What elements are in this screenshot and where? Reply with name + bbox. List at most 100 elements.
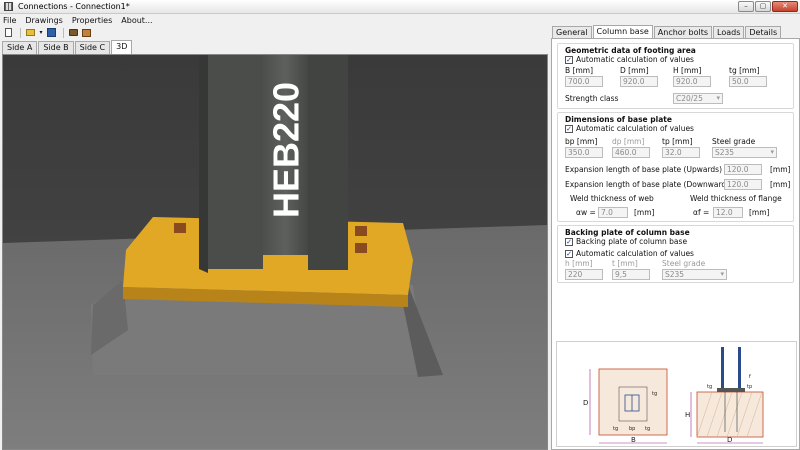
exp-up-unit: [mm] xyxy=(770,165,791,174)
new-file-icon xyxy=(5,28,12,37)
open-folder-icon xyxy=(26,29,35,36)
tab-anchor-bolts[interactable]: Anchor bolts xyxy=(653,26,713,38)
backing-auto-label: Automatic calculation of values xyxy=(576,249,694,258)
label-h-section: H xyxy=(685,411,690,419)
footing-d-label: D [mm] xyxy=(620,66,649,75)
footing-tg-label: tg [mm] xyxy=(729,66,760,75)
tab-side-c[interactable]: Side C xyxy=(74,41,111,54)
backing-enable-checkbox[interactable]: ✓ xyxy=(565,237,573,246)
profile-label: HEB220 xyxy=(266,82,307,218)
footing-tg-field[interactable]: 50.0 xyxy=(729,76,767,87)
label-tp-section: tp xyxy=(747,384,752,390)
weld-web-unit: [mm] xyxy=(634,208,655,217)
backing-grade-label: Steel grade xyxy=(662,259,706,268)
tp-label: tp [mm] xyxy=(662,137,693,146)
label-bp-plan: bp xyxy=(629,426,635,432)
image-export-icon xyxy=(82,28,91,37)
backing-auto-checkbox[interactable]: ✓ xyxy=(565,249,573,258)
footing-b-label: B [mm] xyxy=(565,66,593,75)
footing-auto-row[interactable]: ✓ Automatic calculation of values xyxy=(565,55,694,64)
title-bar: Connections - Connection1* – ▢ ✕ xyxy=(0,0,800,14)
open-dropdown-icon[interactable]: ▾ xyxy=(38,27,44,38)
tab-side-a[interactable]: Side A xyxy=(2,41,38,54)
screenshot-button[interactable] xyxy=(68,27,79,38)
menu-file[interactable]: File xyxy=(3,16,16,25)
strength-class-label: Strength class xyxy=(565,94,619,103)
menu-about[interactable]: About... xyxy=(121,16,152,25)
minimize-button[interactable]: – xyxy=(738,1,754,12)
backing-h-field[interactable]: 220 xyxy=(565,269,603,280)
base-plate-auto-row[interactable]: ✓ Automatic calculation of values xyxy=(565,124,694,133)
backing-plate-group: Backing plate of column base ✓ Backing p… xyxy=(557,225,794,283)
footing-b-field[interactable]: 700.0 xyxy=(565,76,603,87)
steel-grade-label: Steel grade xyxy=(712,137,756,146)
weld-flange-field[interactable]: 12.0 xyxy=(713,207,743,218)
base-plate-section xyxy=(717,388,745,392)
backing-t-field[interactable]: 9,5 xyxy=(612,269,650,280)
tp-field[interactable]: 32.0 xyxy=(662,147,700,158)
bp-label: bp [mm] xyxy=(565,137,598,146)
dp-field[interactable]: 460.0 xyxy=(612,147,650,158)
footing-auto-checkbox[interactable]: ✓ xyxy=(565,55,573,64)
view-tabs: Side A Side B Side C 3D xyxy=(2,40,133,54)
dp-label: dp [mm] xyxy=(612,137,645,146)
column-flange-section-left xyxy=(721,347,724,388)
backing-plate-group-title: Backing plate of column base xyxy=(565,228,690,237)
exp-up-label: Expansion length of base plate (Upwards) xyxy=(565,165,723,174)
backing-enable-row[interactable]: ✓ Backing plate of column base xyxy=(565,237,687,246)
3d-viewport[interactable]: HEB220 xyxy=(2,54,548,450)
footing-d-field[interactable]: 920.0 xyxy=(620,76,658,87)
bp-field[interactable]: 350.0 xyxy=(565,147,603,158)
weld-flange-label: Weld thickness of flange xyxy=(690,194,782,203)
weld-web-field[interactable]: 7.0 xyxy=(598,207,628,218)
properties-pane: General Column base Anchor bolts Loads D… xyxy=(551,25,800,450)
backing-enable-label: Backing plate of column base xyxy=(576,237,688,246)
base-plate-auto-label: Automatic calculation of values xyxy=(576,124,694,133)
maximize-button[interactable]: ▢ xyxy=(755,1,771,12)
base-plate-auto-checkbox[interactable]: ✓ xyxy=(565,124,573,133)
close-button[interactable]: ✕ xyxy=(772,1,798,12)
new-file-button[interactable] xyxy=(3,27,14,38)
label-tg-plan-right: tg xyxy=(645,426,650,432)
base-plate-group-title: Dimensions of base plate xyxy=(565,115,672,124)
exp-down-unit: [mm] xyxy=(770,180,791,189)
footing-group-title: Geometric data of footing area xyxy=(565,46,696,55)
footing-h-label: H [mm] xyxy=(673,66,702,75)
label-tg-plan-top: tg xyxy=(652,391,657,397)
tab-details[interactable]: Details xyxy=(745,26,782,38)
footing-h-field[interactable]: 920.0 xyxy=(673,76,711,87)
export-button[interactable] xyxy=(81,27,92,38)
backing-t-label: t [mm] xyxy=(612,259,638,268)
label-tg-section: tg xyxy=(707,384,712,390)
weld-flange-unit: [mm] xyxy=(749,208,770,217)
tab-column-base[interactable]: Column base xyxy=(592,25,653,38)
tab-3d[interactable]: 3D xyxy=(111,40,133,54)
column-flange-right xyxy=(308,55,348,270)
view-area: Side A Side B Side C 3D HEB220 xyxy=(0,39,549,450)
weld-flange-symbol: αf = xyxy=(693,208,710,217)
menu-drawings[interactable]: Drawings xyxy=(25,16,62,25)
anchor-bolt xyxy=(355,243,367,253)
strength-class-select[interactable]: C20/25 xyxy=(673,93,723,104)
label-tg-plan: tg xyxy=(613,426,618,432)
backing-auto-row[interactable]: ✓ Automatic calculation of values xyxy=(565,249,694,258)
save-button[interactable] xyxy=(46,27,57,38)
exp-down-label: Expansion length of base plate (Downward… xyxy=(565,180,734,189)
3d-scene: HEB220 xyxy=(3,55,547,449)
toolbar-separator xyxy=(63,27,64,38)
exp-up-field[interactable]: 120.0 xyxy=(724,164,762,175)
menu-bar: File Drawings Properties About... xyxy=(0,14,800,26)
steel-grade-select[interactable]: S235 xyxy=(712,147,777,158)
tab-side-b[interactable]: Side B xyxy=(38,41,74,54)
anchor-bolt xyxy=(355,226,367,236)
exp-down-field[interactable]: 120.0 xyxy=(724,179,762,190)
weld-web-label: Weld thickness of web xyxy=(570,194,654,203)
base-plate-group: Dimensions of base plate ✓ Automatic cal… xyxy=(557,112,794,222)
anchor-bolt xyxy=(174,223,186,233)
menu-properties[interactable]: Properties xyxy=(72,16,112,25)
toolbar-separator xyxy=(20,27,21,38)
tab-loads[interactable]: Loads xyxy=(713,26,745,38)
backing-grade-select[interactable]: S235 xyxy=(662,269,727,280)
open-button[interactable] xyxy=(25,27,36,38)
tab-general[interactable]: General xyxy=(552,26,592,38)
